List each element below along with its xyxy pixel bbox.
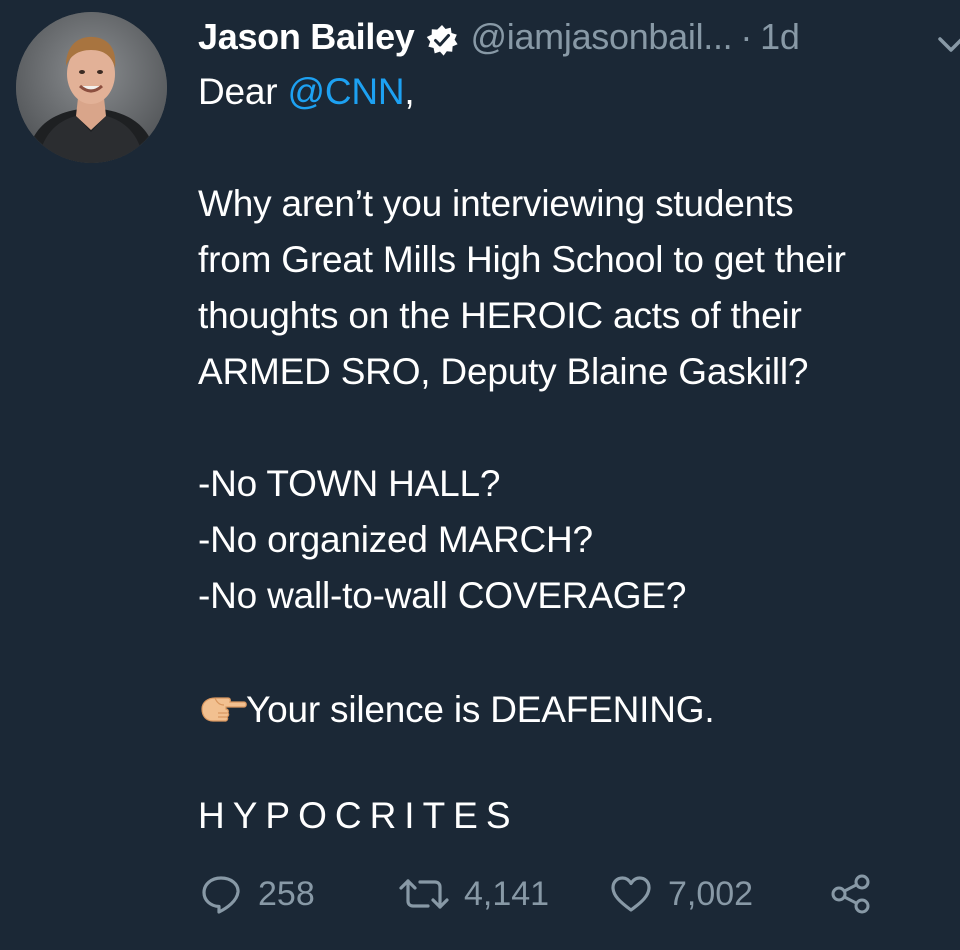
author-name[interactable]: Jason Bailey [198,16,415,58]
paragraph-line: ARMED SRO, Deputy Blaine Gaskill? [198,351,809,392]
heart-icon [608,871,654,917]
list-line: -No TOWN HALL? [198,463,501,504]
list-line: -No organized MARCH? [198,519,593,560]
tweet-actions: 258 4,141 7,002 [198,866,874,922]
like-button[interactable]: 7,002 [608,871,828,917]
share-button[interactable] [828,871,874,917]
verified-badge-icon [425,23,459,56]
profile-photo [16,12,167,163]
silence-line: Your silence is DEAFENING. [198,682,960,738]
reply-icon [198,871,244,917]
paragraph-line: thoughts on the HEROIC acts of their [198,295,802,336]
like-count: 7,002 [668,874,754,913]
retweet-icon [398,871,450,917]
tweet-timestamp[interactable]: 1d [760,16,800,58]
backhand-index-pointing-right-emoji [198,685,248,722]
author-handle[interactable]: @iamjasonbail... [471,16,733,58]
list-line: -No wall-to-wall COVERAGE? [198,575,687,616]
reply-button[interactable]: 258 [198,871,398,917]
chevron-down-icon[interactable] [934,24,960,52]
retweet-button[interactable]: 4,141 [398,871,608,917]
silence-text: Your silence is DEAFENING. [246,689,715,730]
closing-line: HYPOCRITES [198,795,519,836]
tweet-text: Dear @CNN, Why aren’t you interviewing s… [198,64,960,844]
paragraph-line: Why aren’t you interviewing students [198,183,794,224]
share-icon [828,871,874,917]
tweet-header: Jason Bailey @iamjasonbail... · 1d [198,14,960,60]
separator-dot: · [740,16,753,57]
greeting-line: Dear @CNN, [198,64,960,120]
paragraph-line: from Great Mills High School to get thei… [198,239,846,280]
greeting-suffix: , [404,71,415,112]
retweet-count: 4,141 [464,874,550,913]
mention-link[interactable]: @CNN [287,71,404,112]
greeting-prefix: Dear [198,71,288,112]
avatar[interactable] [16,12,167,163]
reply-count: 258 [258,874,315,913]
